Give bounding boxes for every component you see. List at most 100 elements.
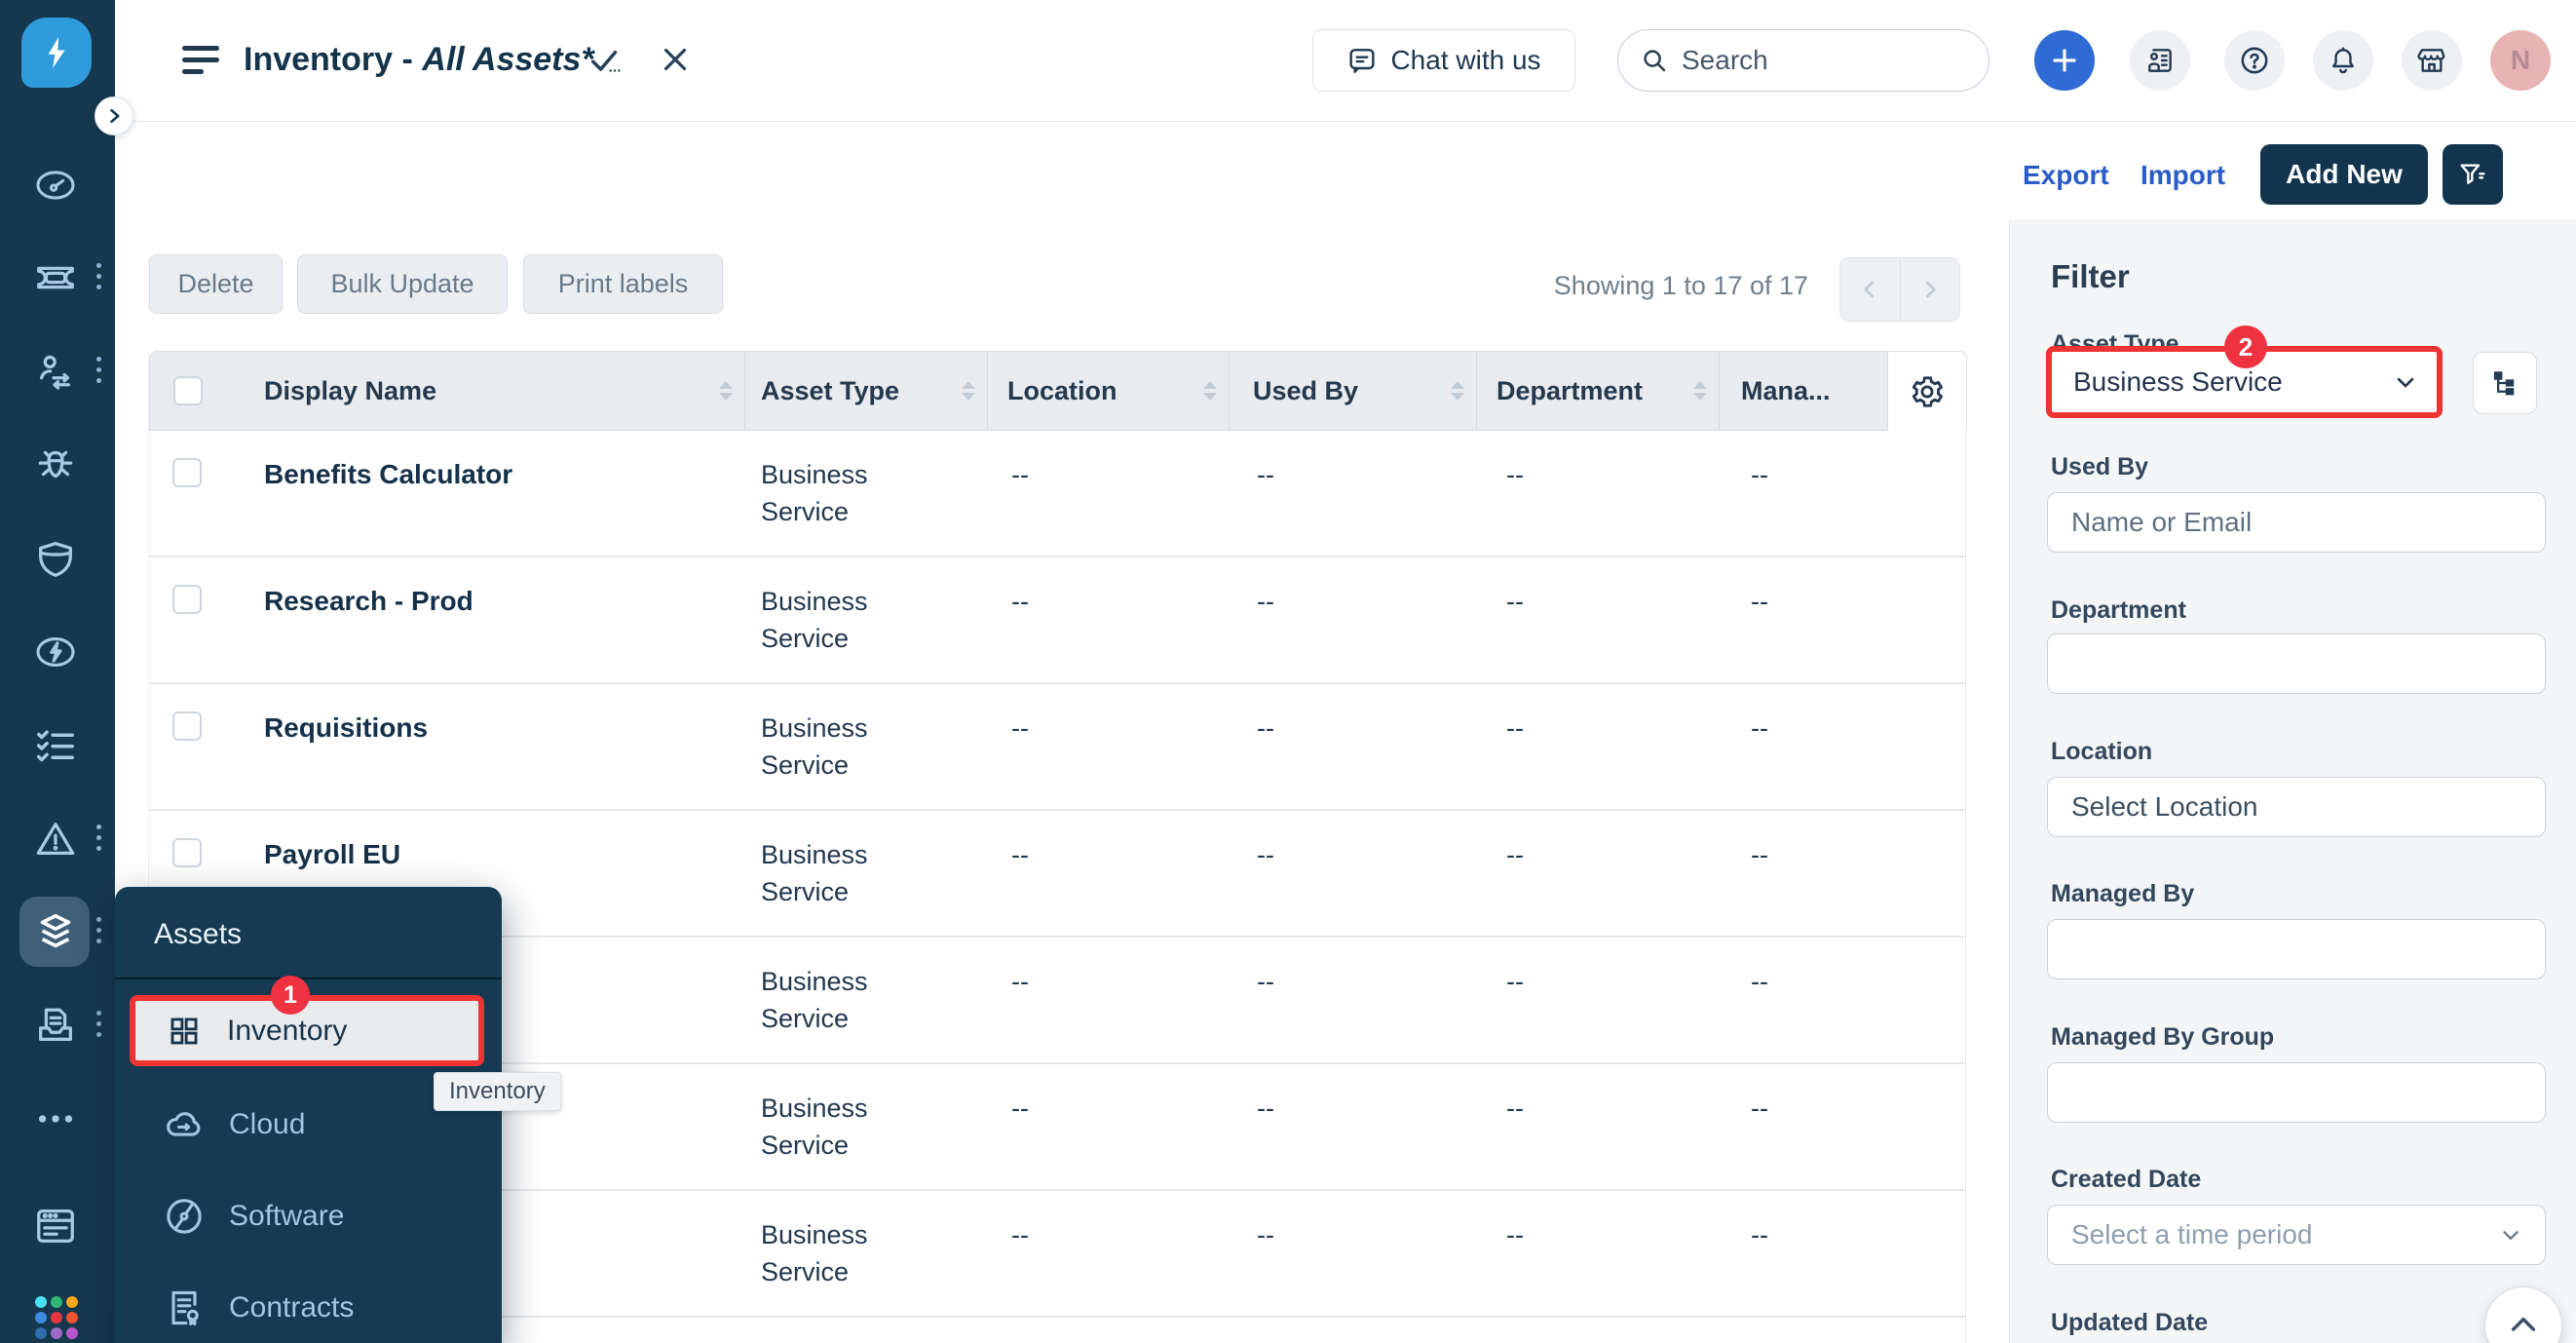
sidebar-item-reports[interactable] — [33, 1003, 78, 1048]
sidebar-item-problems[interactable] — [33, 442, 78, 487]
asset-type-value: Business Service — [2073, 366, 2283, 398]
column-header-location[interactable]: Location — [988, 351, 1230, 431]
cloud-icon — [163, 1103, 206, 1146]
asset-type-tree-button[interactable] — [2473, 352, 2537, 414]
column-header-used-by[interactable]: Used By — [1230, 351, 1477, 431]
sidebar-item-onboarding[interactable] — [33, 349, 78, 394]
table-settings-cell — [1887, 351, 1967, 431]
sort-arrows-icon[interactable] — [1451, 381, 1464, 401]
created-date-select[interactable]: Select a time period — [2047, 1205, 2546, 1265]
contacts-switcher-button[interactable] — [2130, 30, 2190, 91]
chat-with-us-button[interactable]: Chat with us — [1312, 29, 1575, 92]
app-root: Inventory - All Assets* Chat with us — [0, 0, 2576, 1343]
user-avatar[interactable]: N — [2490, 30, 2551, 91]
sidebar-item-sprints[interactable] — [33, 630, 78, 674]
sort-arrows-icon[interactable] — [1693, 381, 1707, 401]
column-header-department[interactable]: Department — [1477, 351, 1720, 431]
gear-icon[interactable] — [1909, 373, 1946, 410]
flyout-item-software[interactable]: Software — [163, 1194, 344, 1239]
row-checkbox[interactable] — [172, 711, 202, 741]
browser-window-icon — [33, 1204, 78, 1248]
quick-add-button[interactable] — [2034, 30, 2095, 91]
sort-arrows-icon[interactable] — [962, 381, 975, 401]
cell-asset-type — [745, 1318, 988, 1343]
inventory-tooltip: Inventory — [434, 1072, 561, 1111]
export-link[interactable]: Export — [2023, 160, 2109, 191]
table-row[interactable]: Requisitions Business Service -- -- -- -… — [149, 684, 1965, 811]
assets-menu-dots[interactable] — [96, 917, 102, 949]
import-link[interactable]: Import — [2140, 160, 2225, 191]
pagination — [1839, 257, 1960, 322]
onboarding-menu-dots[interactable] — [96, 357, 102, 389]
sort-arrows-icon[interactable] — [1203, 381, 1217, 401]
sidebar-item-assets[interactable] — [33, 909, 78, 954]
prev-page-button[interactable] — [1840, 258, 1901, 321]
table-row[interactable]: Benefits Calculator Business Service -- … — [149, 431, 1965, 557]
flyout-item-cloud[interactable]: Cloud — [163, 1102, 305, 1147]
cell-department: -- — [1477, 557, 1720, 682]
cell-display-name[interactable]: Benefits Calculator — [225, 431, 745, 556]
sidebar-item-alerts[interactable] — [33, 817, 78, 862]
chevron-right-icon — [104, 106, 124, 126]
sidebar-item-workspace[interactable] — [33, 1204, 78, 1248]
updated-date-label: Updated Date — [2051, 1309, 2208, 1337]
cell-asset-type: Business Service — [745, 811, 988, 936]
column-header-display-name[interactable]: Display Name — [225, 351, 745, 431]
sidebar-item-todo[interactable] — [33, 723, 78, 768]
cell-used-by: -- — [1230, 1191, 1477, 1316]
cell-used-by: -- — [1230, 1064, 1477, 1189]
scroll-to-top-button[interactable] — [2484, 1286, 2562, 1343]
select-all-checkbox[interactable] — [173, 376, 203, 405]
sort-arrows-icon[interactable] — [719, 381, 733, 401]
cell-used-by — [1230, 1318, 1477, 1343]
notifications-button[interactable] — [2313, 30, 2373, 91]
department-input[interactable] — [2047, 633, 2546, 694]
created-date-label: Created Date — [2051, 1166, 2201, 1194]
funnel-icon — [2457, 159, 2488, 190]
close-view-icon[interactable] — [657, 41, 694, 78]
managed-by-group-input[interactable] — [2047, 1062, 2546, 1123]
sidebar-item-tickets[interactable] — [33, 255, 78, 300]
cell-location: -- — [988, 431, 1230, 556]
print-labels-button[interactable]: Print labels — [523, 254, 723, 314]
global-search[interactable] — [1617, 29, 1989, 92]
alerts-menu-dots[interactable] — [96, 825, 102, 857]
row-checkbox[interactable] — [172, 585, 202, 614]
help-button[interactable] — [2224, 30, 2285, 91]
column-header-managed-by[interactable]: Mana... — [1720, 351, 1887, 431]
row-checkbox[interactable] — [172, 838, 202, 867]
location-input[interactable] — [2047, 777, 2546, 837]
add-new-button[interactable]: Add New — [2260, 144, 2428, 205]
filter-toggle-button[interactable] — [2443, 144, 2503, 205]
marketplace-button[interactable] — [2402, 30, 2462, 91]
table-row[interactable]: Research - Prod Business Service -- -- -… — [149, 557, 1965, 684]
cell-location: -- — [988, 1064, 1230, 1189]
contact-card-icon — [2144, 45, 2176, 76]
sidebar-expand-button[interactable] — [95, 96, 133, 135]
row-checkbox[interactable] — [172, 458, 202, 487]
save-view-check-icon[interactable] — [585, 43, 625, 84]
flyout-item-contracts[interactable]: Contracts — [163, 1285, 354, 1330]
column-header-asset-type[interactable]: Asset Type — [745, 351, 988, 431]
bulk-update-button[interactable]: Bulk Update — [297, 254, 508, 314]
app-switcher-grid-icon[interactable] — [35, 1296, 80, 1339]
next-page-button[interactable] — [1901, 258, 1960, 321]
cell-location: -- — [988, 938, 1230, 1062]
cell-actions — [1887, 1064, 1967, 1189]
search-input[interactable] — [1682, 45, 1954, 76]
cell-display-name[interactable]: Requisitions — [225, 684, 745, 809]
sidebar-item-more[interactable] — [33, 1096, 78, 1141]
delete-button[interactable]: Delete — [149, 254, 283, 314]
hamburger-menu-icon[interactable] — [182, 46, 221, 76]
tickets-menu-dots[interactable] — [96, 263, 102, 295]
sidebar-item-dashboard[interactable] — [33, 163, 78, 208]
reports-menu-dots[interactable] — [96, 1011, 102, 1043]
cell-display-name[interactable]: Research - Prod — [225, 557, 745, 682]
sidebar-item-changes[interactable] — [33, 536, 78, 581]
used-by-input[interactable] — [2047, 492, 2546, 553]
cell-asset-type: Business Service — [745, 1191, 988, 1316]
flyout-item-inventory[interactable]: Inventory — [130, 995, 484, 1066]
person-swap-icon — [33, 349, 78, 394]
app-logo[interactable] — [21, 18, 92, 88]
managed-by-input[interactable] — [2047, 919, 2546, 979]
